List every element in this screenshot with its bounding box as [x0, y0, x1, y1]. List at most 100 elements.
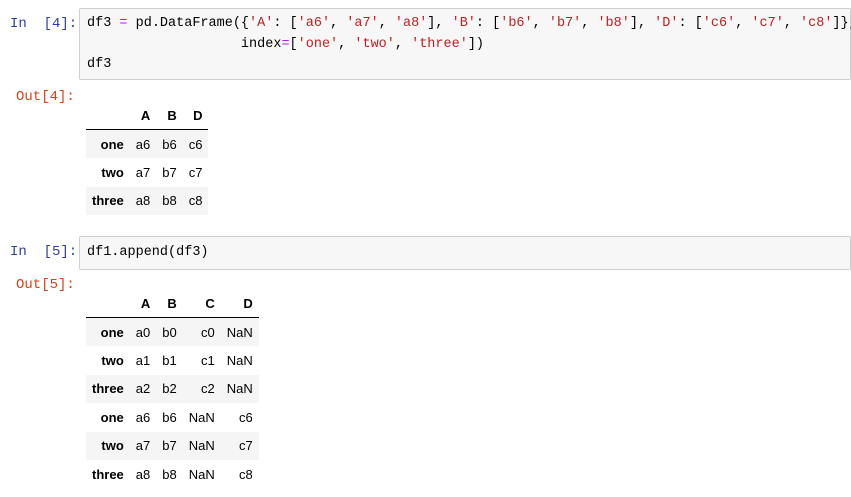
table-cell: a1: [135, 352, 151, 368]
string-token: 'B': [451, 16, 476, 31]
code-token: ,: [338, 37, 355, 52]
code-token: df3: [87, 16, 120, 31]
row-index: two: [101, 164, 124, 180]
table-cell: b0: [162, 324, 177, 340]
code-token: df1.append(df3): [87, 245, 209, 260]
code-token: ,: [581, 16, 598, 31]
row-index: one: [100, 324, 124, 340]
code-token: ],: [427, 16, 452, 31]
code-token: pd.DataFrame({: [127, 16, 250, 31]
string-token: 'c6': [702, 16, 736, 31]
code-token: ]},: [832, 16, 851, 31]
row-index: two: [101, 438, 124, 454]
code-token: [: [289, 37, 298, 52]
index-header: [86, 101, 130, 130]
column-header: A: [129, 101, 157, 130]
code-line: df1.append(df3): [87, 245, 209, 260]
table-cell: b7: [162, 438, 177, 454]
operator-token: =: [281, 37, 290, 52]
code-token: df3: [87, 57, 112, 72]
string-token: 'b6': [500, 16, 533, 31]
table-cell: b2: [162, 381, 177, 397]
column-header: B: [156, 289, 183, 318]
input-prompt: In [5]:: [10, 244, 78, 260]
notebook: In [4]: df3 = pd.DataFrame({'A': ['a6', …: [0, 0, 851, 497]
dataframe-table: A B Done a6 b6 c6 two a7 b7 c7 three a8 b8 c8: [86, 101, 209, 215]
table-cell: c7: [239, 438, 253, 454]
table-cell: a6: [135, 136, 151, 152]
row-index: one: [100, 136, 124, 152]
code-token: : [: [273, 16, 298, 31]
code-token: ,: [735, 16, 752, 31]
table-cell: a7: [135, 164, 151, 180]
table-row: one a0 b0 c0 NaN: [86, 317, 259, 346]
code-token: ,: [532, 16, 549, 31]
row-index: three: [92, 193, 124, 209]
string-token: 'b8': [597, 16, 630, 31]
table-row: three a2 b2 c2 NaN: [86, 374, 259, 403]
string-token: 'a8': [394, 16, 428, 31]
code-cell-input[interactable]: df1.append(df3): [79, 236, 851, 270]
output-prompt: Out[4]:: [16, 89, 75, 105]
column-header: D: [182, 101, 209, 130]
code-cell-input[interactable]: df3 = pd.DataFrame({'A': ['a6', 'a7', 'a…: [79, 8, 851, 80]
code-token: ,: [378, 16, 395, 31]
table-cell: NaN: [188, 409, 215, 425]
table-cell: c8: [188, 193, 203, 209]
table-cell: b7: [162, 164, 177, 180]
code-token: index: [87, 37, 282, 52]
table-cell: b1: [162, 352, 177, 368]
table-row: two a7 b7 NaN c7: [86, 431, 259, 460]
string-token: 'two': [354, 37, 395, 52]
table-cell: c6: [188, 136, 203, 152]
table-cell: NaN: [188, 466, 215, 482]
code-token: : [: [678, 16, 703, 31]
table-cell: a8: [135, 193, 151, 209]
table-cell: c6: [239, 409, 253, 425]
table-cell: c2: [201, 381, 215, 397]
table-cell: a8: [135, 466, 151, 482]
table-cell: NaN: [226, 352, 253, 368]
table-cell: b8: [162, 466, 177, 482]
row-index: two: [101, 352, 124, 368]
table-cell: NaN: [226, 381, 253, 397]
column-header: A: [129, 289, 157, 318]
code-token: ,: [330, 16, 347, 31]
row-index: three: [92, 466, 124, 482]
table-cell: a7: [135, 438, 151, 454]
string-token: 'one': [297, 37, 339, 52]
table-row: two a1 b1 c1 NaN: [86, 346, 259, 375]
table-row: three a8 b8 NaN c8: [86, 460, 259, 489]
column-header: D: [220, 289, 259, 318]
string-token: 'A': [249, 16, 274, 31]
table-cell: NaN: [188, 438, 215, 454]
code-line: index=['one', 'two', 'three']): [87, 37, 484, 52]
row-index: three: [92, 381, 124, 397]
table-cell: a2: [135, 381, 151, 397]
string-token: 'D': [654, 16, 679, 31]
table-row: three a8 b8 c8: [86, 186, 209, 215]
output-prompt: Out[5]:: [16, 277, 75, 293]
table-cell: c0: [201, 324, 215, 340]
table-row: two a7 b7 c7: [86, 158, 208, 187]
code-line: df3: [87, 57, 111, 72]
code-token: ],: [629, 16, 655, 31]
string-token: 'a6': [297, 16, 331, 31]
code-token: ]): [467, 37, 485, 52]
table-cell: a0: [135, 324, 151, 340]
operator-token: =: [119, 16, 128, 31]
string-token: 'c7': [751, 16, 784, 31]
column-header: C: [182, 289, 221, 318]
table-cell: c7: [188, 164, 203, 180]
input-prompt: In [4]:: [10, 16, 78, 32]
table-row: one a6 b6 NaN c6: [86, 403, 259, 432]
code-token: : [: [475, 16, 501, 31]
table-cell: b8: [162, 193, 177, 209]
table-cell: b6: [162, 136, 177, 152]
code-line: df3 = pd.DataFrame({'A': ['a6', 'a7', 'a…: [87, 16, 851, 31]
table-cell: b6: [162, 409, 177, 425]
string-token: 'three': [411, 37, 468, 52]
string-token: 'c8': [800, 16, 833, 31]
string-token: 'a7': [346, 16, 379, 31]
table-cell: c8: [239, 466, 253, 482]
